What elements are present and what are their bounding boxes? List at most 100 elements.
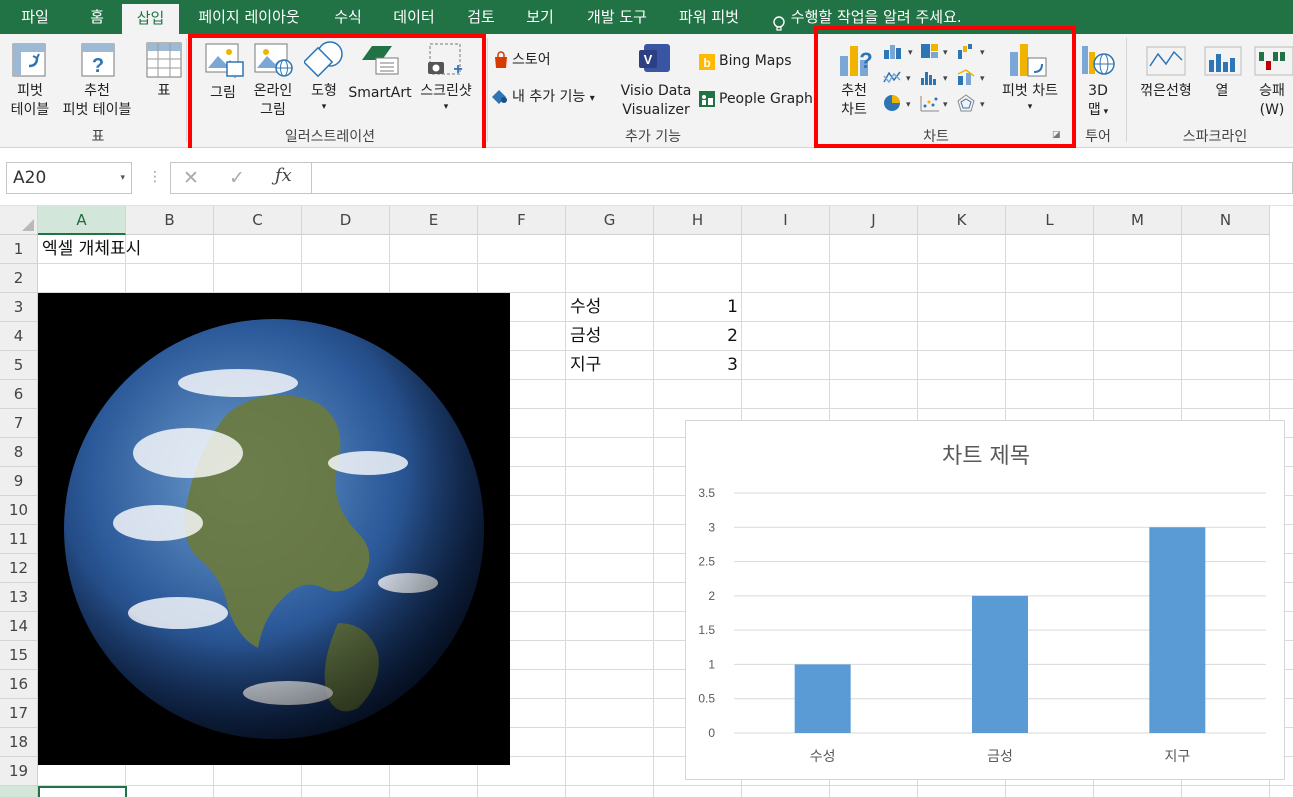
people-graph-icon[interactable] [698,90,716,112]
cancel-icon[interactable]: ✕ [183,167,199,189]
row-header-20[interactable] [0,786,38,797]
store-button[interactable]: 스토어 [512,51,562,70]
fx-icon[interactable]: ƒx [275,165,292,186]
row-header-16[interactable]: 16 [0,670,38,699]
tab-view[interactable]: 보기 [514,0,566,34]
row-header-4[interactable]: 4 [0,322,38,351]
row-header-12[interactable]: 12 [0,554,38,583]
my-addins-button[interactable]: 내 추가 기능 ▾ [512,88,616,108]
column-header-i[interactable]: I [742,206,830,235]
column-header-n[interactable]: N [1182,206,1270,235]
sparkline-line-button[interactable]: 꺾은선형 [1130,82,1202,101]
chart-bar-1[interactable] [794,664,851,733]
column-header-f[interactable]: F [478,206,566,235]
tab-formulas[interactable]: 수식 [322,0,374,34]
column-header-m[interactable]: M [1094,206,1182,235]
sparkline-winloss-button[interactable]: 승패 (W) [1254,82,1290,120]
tab-developer[interactable]: 개발 도구 [576,0,658,34]
cell-h5[interactable]: 3 [656,351,738,380]
row-header-9[interactable]: 9 [0,467,38,496]
chart-title[interactable]: 차트 제목 [942,444,1030,469]
y-tick-label: 3 [708,520,715,534]
formula-input[interactable] [312,162,1293,194]
row-header-8[interactable]: 8 [0,438,38,467]
visio-icon[interactable]: V [638,42,672,80]
tab-insert[interactable]: 삽입 [122,4,179,34]
cell-g5[interactable]: 지구 [570,351,601,380]
ribbon-tab-bar: 파일 홈 삽입 페이지 레이아웃 수식 데이터 검토 보기 개발 도구 파워 피… [0,0,1293,34]
store-icon[interactable] [492,51,510,73]
selected-cell-a20[interactable] [38,786,127,797]
tab-home[interactable]: 홈 [76,0,118,34]
name-box-value: A20 [13,168,47,188]
map-3d-button[interactable]: 3D 맵 ▾ [1080,82,1116,122]
column-header-l[interactable]: L [1006,206,1094,235]
row-header-17[interactable]: 17 [0,699,38,728]
column-header-a[interactable]: A [38,206,126,235]
worksheet-grid[interactable]: ABCDEFGHIJKLMN 1 2 3 4 5 6 7 8 9 10 11 12 13 14 15 16 17… [0,206,1293,797]
row-header-10[interactable]: 10 [0,496,38,525]
row-header-3[interactable]: 3 [0,293,38,322]
row-header-5[interactable]: 5 [0,351,38,380]
chart-bar-3[interactable] [1149,527,1206,733]
y-tick-label: 2.5 [698,555,715,569]
column-header-d[interactable]: D [302,206,390,235]
chevron-down-icon[interactable]: ▾ [120,163,125,193]
bing-maps-button[interactable]: Bing Maps [719,52,809,71]
tab-page-layout[interactable]: 페이지 레이아웃 [190,0,308,34]
column-header-j[interactable]: J [830,206,918,235]
row-header-13[interactable]: 13 [0,583,38,612]
visio-data-visualizer-button[interactable]: Visio Data Visualizer [614,82,698,120]
my-addins-icon[interactable] [490,88,508,110]
bing-maps-icon[interactable]: b [698,53,716,75]
row-header-6[interactable]: 6 [0,380,38,409]
recommended-pivot-button[interactable]: 추천 피벗 테이블 [56,82,138,120]
people-graph-button[interactable]: People Graph [719,90,815,109]
cell-h4[interactable]: 2 [656,322,738,351]
column-header-b[interactable]: B [126,206,214,235]
column-header-e[interactable]: E [390,206,478,235]
chart-bar-2[interactable] [972,595,1028,733]
bar-chart[interactable]: 차트 제목 0 0.5 1 1.5 2 2.5 3 3.5 수성 금성 지구 [685,420,1285,780]
row-header-11[interactable]: 11 [0,525,38,554]
row-header-18[interactable]: 18 [0,728,38,757]
map-3d-icon[interactable] [1080,42,1116,82]
row-header-15[interactable]: 15 [0,641,38,670]
row-header-7[interactable]: 7 [0,409,38,438]
check-icon[interactable]: ✓ [229,167,245,189]
y-tick-label: 1.5 [698,623,715,637]
svg-text:b: b [703,56,710,70]
column-header-h[interactable]: H [654,206,742,235]
cell-h3[interactable]: 1 [656,293,738,322]
row-header-19[interactable]: 19 [0,757,38,786]
pivot-table-icon[interactable] [11,42,47,82]
x-category-label: 수성 [810,749,836,765]
column-header-k[interactable]: K [918,206,1006,235]
name-box[interactable]: A20 ▾ [6,162,132,194]
tab-data[interactable]: 데이터 [382,0,446,34]
select-all-corner[interactable] [0,206,38,235]
recommended-pivot-icon[interactable]: ? [80,42,116,82]
tell-me-text: 수행할 작업을 알려 주세요. [790,8,962,26]
table-button[interactable]: 표 [150,82,178,101]
table-icon[interactable] [146,42,182,82]
row-header-1[interactable]: 1 [0,235,38,264]
column-header-c[interactable]: C [214,206,302,235]
row-header-14[interactable]: 14 [0,612,38,641]
sparkline-line-icon[interactable] [1146,46,1186,80]
pivot-table-label-1: 피벗 [17,83,43,99]
cell-a1[interactable]: 엑셀 개체표시 [42,235,141,264]
tab-review[interactable]: 검토 [456,0,506,34]
my-addins-label: 내 추가 기능 [512,89,586,105]
tab-file[interactable]: 파일 [12,0,58,34]
sparkline-column-icon[interactable] [1204,46,1242,80]
pivot-table-button[interactable]: 피벗 테이블 [6,82,54,120]
column-header-g[interactable]: G [566,206,654,235]
cell-g4[interactable]: 금성 [570,322,601,351]
sparkline-winloss-icon[interactable] [1254,46,1293,80]
earth-image[interactable] [38,293,510,765]
cell-g3[interactable]: 수성 [570,293,601,322]
row-header-2[interactable]: 2 [0,264,38,293]
sparkline-column-button[interactable]: 열 [1210,82,1234,101]
tab-power-pivot[interactable]: 파워 피벗 [668,0,750,34]
